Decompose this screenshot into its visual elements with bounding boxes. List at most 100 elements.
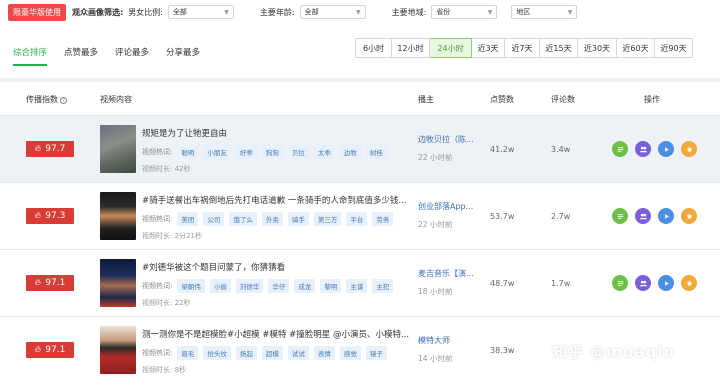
keyword-tag[interactable]: 劳务 [372, 212, 394, 226]
tab-most-comments[interactable]: 评论最多 [115, 38, 149, 66]
keyword-tag[interactable]: 梁朝伟 [177, 279, 205, 293]
keyword-tag[interactable]: 第三方 [313, 212, 342, 226]
video-title[interactable]: 测一测你是不是超模脸#小超模 #模特 #撞脸明星 @小演员、小模特... [142, 328, 410, 340]
keyword-tag[interactable]: 小偷 [209, 279, 231, 293]
row-actions [612, 208, 704, 224]
keyword-tag[interactable]: 饿了么 [229, 212, 257, 226]
keyword-tag[interactable]: 边牧 [339, 145, 361, 159]
chevron-down-icon: ▼ [224, 9, 229, 16]
detail-icon[interactable] [612, 275, 628, 291]
detail-icon[interactable] [612, 208, 628, 224]
keyword-tag[interactable]: 公司 [203, 212, 225, 226]
time-tab-7d[interactable]: 近7天 [505, 38, 540, 58]
time-tab-15d[interactable]: 近15天 [540, 38, 578, 58]
like-count: 53.7w [490, 212, 515, 221]
author-link[interactable]: 麦吉音乐【演... [418, 268, 482, 279]
audience-icon[interactable] [635, 141, 651, 157]
keyword-tag[interactable]: 好乖 [235, 145, 257, 159]
post-time: 22 小时前 [418, 153, 453, 162]
play-icon[interactable] [658, 275, 674, 291]
keyword-tag[interactable]: 主谋 [346, 279, 368, 293]
col-content: 视频内容 [100, 95, 132, 104]
keyword-tag[interactable]: 贝拉 [287, 145, 309, 159]
age-select[interactable]: 全部 ▼ [299, 5, 366, 19]
comment-count: 1.7w [551, 279, 571, 288]
play-icon[interactable] [658, 208, 674, 224]
keyword-tag[interactable]: 表情 [313, 346, 335, 360]
keyword-tag[interactable]: 主犯 [372, 279, 394, 293]
author-link[interactable]: 模特大师 [418, 335, 482, 346]
time-tab-12h[interactable]: 12小时 [392, 38, 430, 58]
time-tab-90d[interactable]: 近90天 [655, 38, 693, 58]
keyword-tag[interactable]: 黎明 [320, 279, 342, 293]
row-actions [612, 275, 704, 291]
time-tab-6h[interactable]: 6小时 [355, 38, 392, 58]
filter-header: 限豪华版使用 观众画像筛选: 男女比例: 全部 ▼ 主要年龄: 全部 ▼ 主要地域:… [0, 0, 720, 78]
keyword-tag[interactable]: 骑手 [287, 212, 309, 226]
keywords-line: 视频热词: 美团 公司 饿了么 外卖 骑手 第三方 平台 劳务 [142, 212, 394, 226]
video-thumbnail[interactable] [100, 125, 136, 173]
table-row[interactable]: 🔥︎ 97.7 规矩是为了让牠更自由 视频热词: 聪明 小朋友 好乖 狗狗 贝拉 … [0, 115, 720, 182]
favorite-icon[interactable] [681, 141, 697, 157]
keyword-tag[interactable]: 美团 [177, 212, 199, 226]
keyword-tag[interactable]: 狗狗 [261, 145, 283, 159]
time-tab-24h[interactable]: 24小时 [430, 38, 472, 58]
video-duration: 视频时长: 8秒 [142, 366, 187, 374]
keywords-label: 视频热词: [142, 349, 173, 357]
keyword-tag[interactable]: 成龙 [294, 279, 316, 293]
tab-most-shares[interactable]: 分享最多 [166, 38, 200, 66]
comment-count: 3.4w [551, 145, 571, 154]
play-icon[interactable] [658, 141, 674, 157]
keyword-tag[interactable]: 太乖 [313, 145, 335, 159]
keyword-tag[interactable]: 扬起 [235, 346, 257, 360]
tab-comprehensive[interactable]: 综合排序 [13, 38, 48, 66]
help-icon[interactable]: ? [60, 97, 67, 104]
video-thumbnail[interactable] [100, 326, 136, 374]
col-likes: 点赞数 [490, 95, 514, 104]
time-tab-60d[interactable]: 近60天 [617, 38, 655, 58]
chevron-down-icon: ▼ [487, 9, 493, 16]
video-thumbnail[interactable] [100, 192, 136, 240]
area-select[interactable]: 地区 ▼ [511, 5, 578, 19]
keyword-tag[interactable]: 聪明 [177, 145, 199, 159]
keyword-tag[interactable]: 外卖 [261, 212, 283, 226]
keywords-line: 视频热词: 聪明 小朋友 好乖 狗狗 贝拉 太乖 边牧 树桂 [142, 145, 387, 159]
tab-most-likes[interactable]: 点赞最多 [64, 38, 98, 66]
table-row[interactable]: 🔥︎ 97.3 #骑手送餐出车祸倒地后先打电话道歉 一条骑手的人命到底值多少钱..… [0, 182, 720, 249]
col-author: 播主 [418, 95, 434, 104]
keyword-tag[interactable]: 抬头纹 [203, 346, 231, 360]
keyword-tag[interactable]: 华仔 [268, 279, 290, 293]
favorite-icon[interactable] [681, 208, 697, 224]
spread-index-badge: 🔥︎ 97.1 [26, 275, 74, 291]
video-title[interactable]: 规矩是为了让牠更自由 [142, 127, 410, 139]
keyword-tag[interactable]: 平台 [346, 212, 368, 226]
gender-select[interactable]: 全部 ▼ [167, 5, 234, 19]
keyword-tag[interactable]: 试试 [287, 346, 309, 360]
table-header: 传播指数? 视频内容 播主 点赞数 评论数 操作 [0, 82, 720, 115]
audience-icon[interactable] [635, 208, 651, 224]
keyword-tag[interactable]: 感觉 [339, 346, 361, 360]
like-count: 41.2w [490, 145, 515, 154]
video-title[interactable]: #骑手送餐出车祸倒地后先打电话道歉 一条骑手的人命到底值多少钱... [142, 194, 410, 206]
favorite-icon[interactable] [681, 275, 697, 291]
col-actions: 操作 [644, 95, 660, 104]
video-title[interactable]: #刘德华被这个题目问蒙了，你猜猜看 [142, 261, 410, 273]
keyword-tag[interactable]: 眉毛 [177, 346, 199, 360]
like-count: 48.7w [490, 279, 515, 288]
keyword-tag[interactable]: 刘德华 [235, 279, 264, 293]
author-link[interactable]: 创业部落App... [418, 201, 482, 212]
province-select[interactable]: 省份 ▼ [431, 5, 498, 19]
keyword-tag[interactable]: 镜子 [365, 346, 387, 360]
table-row[interactable]: 🔥︎ 97.1 #刘德华被这个题目问蒙了，你猜猜看 视频热词: 梁朝伟 小偷 刘德… [0, 249, 720, 316]
time-tab-30d[interactable]: 近30天 [578, 38, 617, 58]
audience-icon[interactable] [635, 275, 651, 291]
detail-icon[interactable] [612, 141, 628, 157]
post-time: 14 小时前 [418, 354, 453, 363]
author-link[interactable]: 边牧贝拉（陈... [418, 134, 482, 145]
video-thumbnail[interactable] [100, 259, 136, 307]
keyword-tag[interactable]: 树桂 [365, 145, 387, 159]
keyword-tag[interactable]: 小朋友 [203, 145, 231, 159]
spread-index-badge: 🔥︎ 97.1 [26, 342, 74, 358]
time-tab-3d[interactable]: 近3天 [472, 38, 505, 58]
keyword-tag[interactable]: 超模 [261, 346, 283, 360]
